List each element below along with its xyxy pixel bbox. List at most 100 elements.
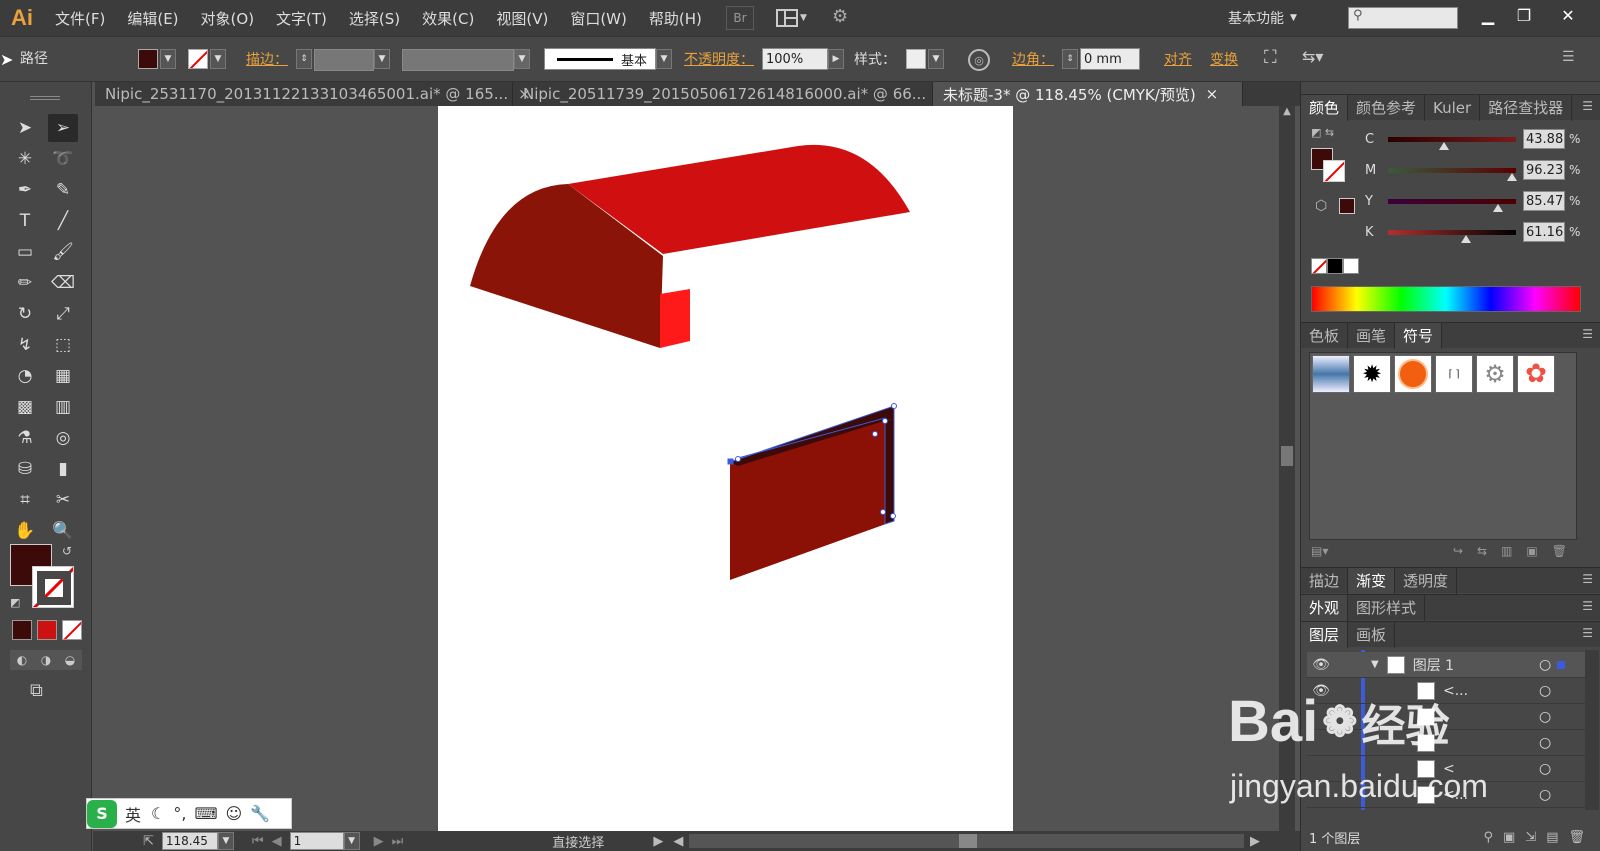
isolate-icon[interactable]: ⛶: [1264, 47, 1277, 68]
graphic-style-swatch[interactable]: [906, 49, 926, 69]
channel-value-input[interactable]: 85.47: [1523, 191, 1565, 211]
tab-artboards[interactable]: 画板: [1348, 621, 1396, 648]
recolor-artwork-icon[interactable]: ◎: [968, 49, 990, 71]
selected-panel[interactable]: [730, 406, 894, 580]
target-icon[interactable]: ○: [1539, 735, 1551, 751]
swap-fill-stroke-icon[interactable]: ↺: [62, 544, 72, 558]
stroke-weight-stepper[interactable]: ⇕: [296, 49, 312, 69]
selection-indicator[interactable]: [1557, 660, 1565, 669]
slider-c[interactable]: C 43.88 %: [1301, 126, 1600, 152]
disclosure-triangle-icon[interactable]: ▼: [1371, 659, 1379, 670]
slider-track[interactable]: [1388, 136, 1516, 142]
bridge-button[interactable]: Br: [726, 6, 754, 30]
eraser-tool-icon[interactable]: ⌫: [48, 269, 78, 297]
tab-swatches[interactable]: 色板: [1301, 322, 1349, 349]
artwork[interactable]: [438, 106, 1013, 831]
scroll-right-icon[interactable]: ▶: [1250, 834, 1260, 849]
stroke-color-box[interactable]: [32, 566, 74, 608]
rectangle-tool-icon[interactable]: ▭: [10, 238, 40, 266]
curvature-tool-icon[interactable]: ✎: [48, 176, 78, 204]
symbol-splat[interactable]: ✹: [1353, 355, 1391, 393]
column-graph-tool-icon[interactable]: ▮: [48, 455, 78, 483]
lasso-tool-icon[interactable]: ➰: [48, 145, 78, 173]
direct-selection-tool-icon[interactable]: ➢: [48, 114, 78, 142]
first-page-icon[interactable]: ⏮: [252, 834, 264, 849]
arrange-icon[interactable]: ⇆▾: [1302, 47, 1323, 66]
panel-menu-icon[interactable]: ☰: [1582, 599, 1593, 613]
layer-row[interactable]: 👁 ▼ 图层 1 ○: [1307, 652, 1587, 678]
restore-button[interactable]: ❐: [1506, 0, 1542, 30]
stroke-dropdown[interactable]: ▼: [210, 49, 226, 69]
symbol-blue-bar[interactable]: [1312, 355, 1350, 393]
menu-file[interactable]: 文件(F): [44, 8, 116, 29]
magic-wand-tool-icon[interactable]: ✳: [10, 145, 40, 173]
toolbar-grip[interactable]: [30, 96, 60, 100]
opacity-input[interactable]: 100%: [762, 48, 828, 70]
corner-radius-input[interactable]: 0 mm: [1080, 48, 1140, 70]
tab-color-guide[interactable]: 颜色参考: [1348, 94, 1426, 121]
menu-view[interactable]: 视图(V): [485, 8, 559, 29]
sogou-logo-icon[interactable]: S: [87, 799, 117, 828]
status-menu-icon[interactable]: ▶: [653, 834, 663, 849]
horizontal-scrollbar[interactable]: [689, 834, 1244, 848]
h-scroll-thumb[interactable]: [959, 834, 978, 848]
paintbrush-tool-icon[interactable]: 🖌: [48, 238, 78, 266]
panel-menu-icon[interactable]: ☰: [1562, 49, 1575, 65]
menu-object[interactable]: 对象(O): [190, 8, 266, 29]
zoom-field[interactable]: 118.45: [161, 832, 218, 850]
menu-edit[interactable]: 编辑(E): [116, 8, 189, 29]
panel-menu-icon[interactable]: ☰: [1582, 572, 1593, 586]
mesh-tool-icon[interactable]: ▩: [10, 393, 40, 421]
tab-brushes[interactable]: 画笔: [1348, 322, 1396, 349]
layers-scrollbar[interactable]: [1585, 650, 1599, 810]
slider-track[interactable]: [1388, 229, 1516, 235]
screen-mode-icon[interactable]: ⧉: [30, 680, 43, 701]
stroke-label[interactable]: 描边：: [246, 49, 288, 69]
moon-icon[interactable]: ☾: [151, 804, 165, 823]
channel-value-input[interactable]: 96.23: [1523, 160, 1565, 180]
menu-effect[interactable]: 效果(C): [411, 8, 485, 29]
none-mode-button[interactable]: [62, 620, 82, 640]
default-colors-icon[interactable]: ◩: [10, 596, 20, 609]
stroke-weight-dropdown[interactable]: ▼: [374, 49, 390, 69]
transform-link[interactable]: 变换: [1210, 49, 1238, 69]
scale-tool-icon[interactable]: ⤢: [48, 300, 78, 328]
target-icon[interactable]: ○: [1539, 761, 1551, 777]
tab-stroke[interactable]: 描边: [1301, 567, 1349, 594]
ime-lang-button[interactable]: 英: [125, 802, 141, 826]
tab-color[interactable]: 颜色: [1301, 94, 1349, 121]
tab-pathfinder[interactable]: 路径查找器: [1480, 94, 1573, 121]
style-dropdown[interactable]: ▼: [928, 49, 944, 69]
color-mode-button[interactable]: [12, 620, 32, 640]
variable-width-profile[interactable]: [402, 49, 514, 71]
slider-track[interactable]: [1388, 167, 1516, 173]
tab-transparency[interactable]: 透明度: [1395, 567, 1458, 594]
stroke-color-swatch[interactable]: [188, 49, 208, 69]
symbol-library-icon[interactable]: ▤▾: [1311, 544, 1328, 560]
target-icon[interactable]: ○: [1539, 683, 1551, 699]
artboard-tool-icon[interactable]: ⌗: [10, 486, 40, 514]
layer-actions[interactable]: ⚲▣⇲▤🗑: [1484, 830, 1595, 845]
user-icon[interactable]: ☺: [226, 804, 243, 823]
blend-tool-icon[interactable]: ◎: [48, 424, 78, 452]
close-icon[interactable]: ×: [1206, 85, 1219, 103]
page-field[interactable]: 1: [289, 832, 344, 850]
slider-y[interactable]: Y 85.47 %: [1301, 188, 1600, 214]
page-dropdown[interactable]: ▼: [343, 832, 360, 850]
line-tool-icon[interactable]: ╱: [48, 207, 78, 235]
artboard[interactable]: [438, 106, 1013, 831]
brush-dropdown[interactable]: ▼: [656, 49, 672, 69]
symbol-orange-circle[interactable]: [1394, 355, 1432, 393]
opacity-dropdown[interactable]: ▶: [828, 49, 844, 69]
gradient-mode-button[interactable]: [37, 620, 57, 640]
tab-gradient[interactable]: 渐变: [1348, 567, 1396, 594]
panel-menu-icon[interactable]: ☰: [1582, 327, 1593, 341]
arrange-documents-button[interactable]: ▼: [776, 6, 816, 30]
scroll-thumb[interactable]: [1281, 446, 1293, 466]
tab-symbols[interactable]: 符号: [1395, 322, 1443, 349]
color-spectrum[interactable]: [1311, 286, 1581, 312]
scroll-left-icon[interactable]: ◀: [673, 834, 683, 849]
search-input[interactable]: ⚲: [1348, 7, 1458, 29]
eye-icon[interactable]: 👁: [1307, 657, 1335, 673]
gpu-performance-icon[interactable]: ⚙: [832, 6, 860, 30]
